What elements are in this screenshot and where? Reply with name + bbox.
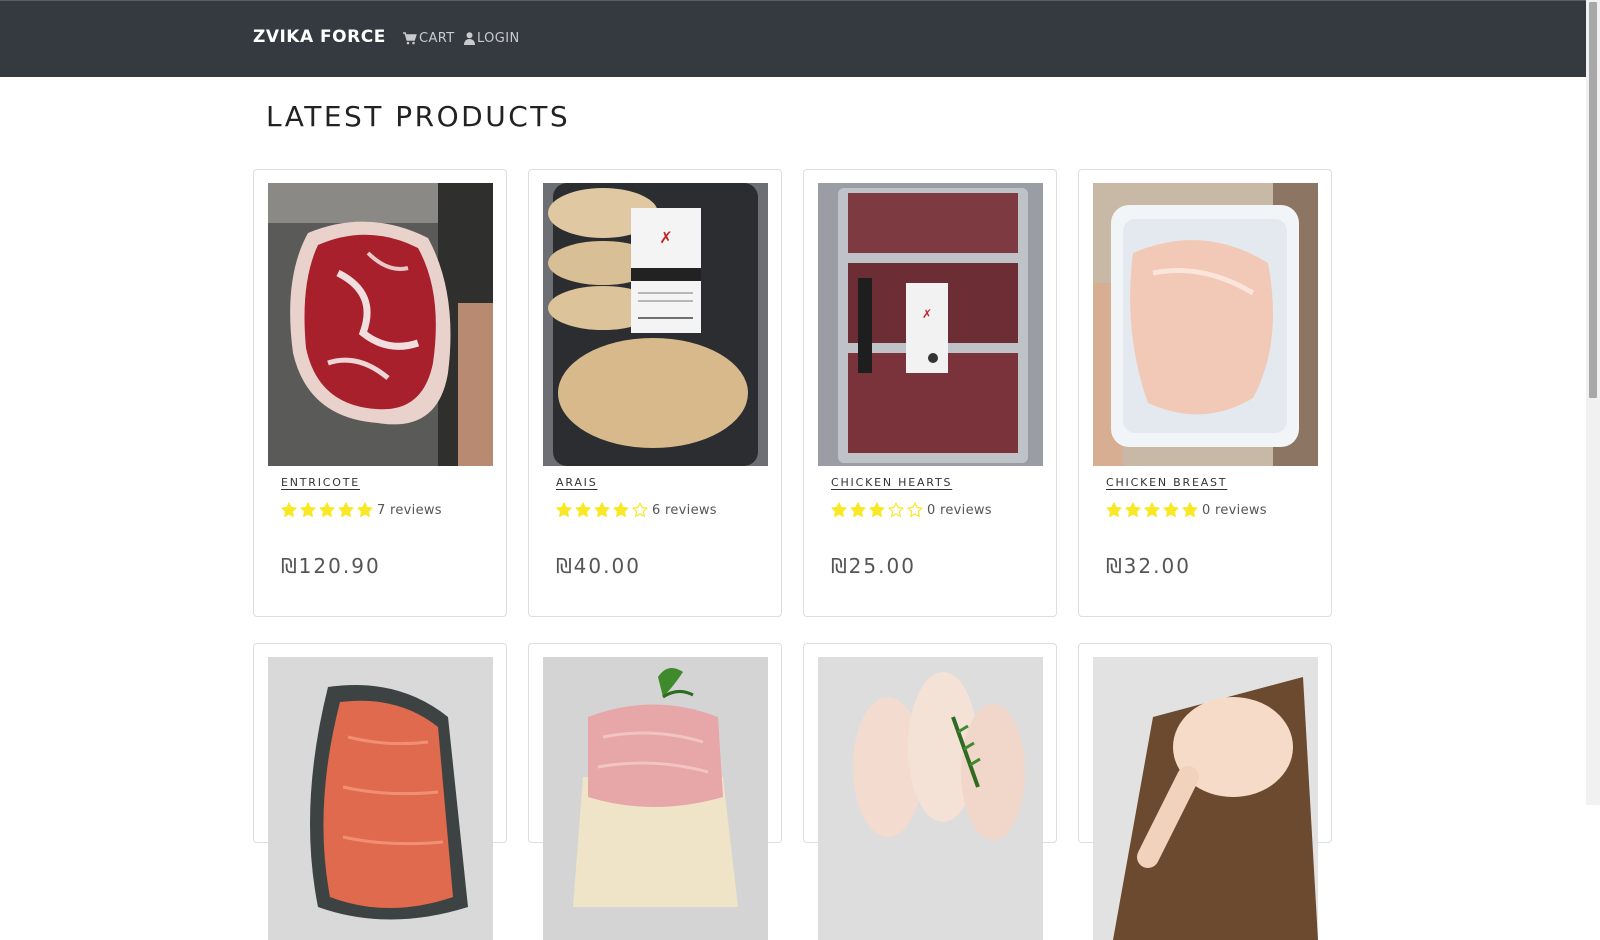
product-card <box>803 643 1057 940</box>
product-image-ground-beef[interactable] <box>268 657 493 940</box>
product-image-arais[interactable]: ✗ <box>543 183 768 466</box>
product-card <box>528 643 782 940</box>
product-image-chicken-hearts[interactable]: ✗ <box>818 183 1043 466</box>
login-link[interactable]: LOGIN <box>464 31 520 46</box>
star-empty-icon <box>888 502 904 518</box>
review-count: 0 reviews <box>927 502 992 518</box>
star-filled-icon <box>1106 502 1122 518</box>
product-price: ₪120.90 <box>281 554 381 578</box>
review-count: 0 reviews <box>1202 502 1267 518</box>
product-name-link[interactable]: ENTRICOTE <box>281 476 360 489</box>
login-label: LOGIN <box>477 31 520 46</box>
product-card: ✗ ARAIS 6 reviews ₪40.00 <box>528 169 782 617</box>
product-card <box>1078 643 1332 940</box>
product-name-link[interactable]: CHICKEN BREAST <box>1106 476 1227 489</box>
cart-icon <box>403 32 417 45</box>
star-filled-icon <box>338 502 354 518</box>
star-filled-icon <box>1182 502 1198 518</box>
review-count: 7 reviews <box>377 502 442 518</box>
product-price: ₪32.00 <box>1106 554 1191 578</box>
star-filled-icon <box>1125 502 1141 518</box>
star-empty-icon <box>907 502 923 518</box>
product-card: ✗ CHICKEN HEARTS 0 reviews ₪25.00 <box>803 169 1057 617</box>
star-filled-icon <box>831 502 847 518</box>
star-filled-icon <box>869 502 885 518</box>
star-filled-icon <box>613 502 629 518</box>
product-rating: 0 reviews <box>831 502 992 518</box>
star-filled-icon <box>575 502 591 518</box>
product-name-link[interactable]: ARAIS <box>556 476 597 489</box>
scrollbar-thumb[interactable] <box>1589 2 1597 398</box>
star-empty-icon <box>632 502 648 518</box>
product-image-ribeye[interactable] <box>268 183 493 466</box>
star-filled-icon <box>594 502 610 518</box>
cart-link[interactable]: CART <box>403 31 455 46</box>
star-rating <box>1106 502 1198 518</box>
product-name-link[interactable]: CHICKEN HEARTS <box>831 476 952 489</box>
star-filled-icon <box>319 502 335 518</box>
product-rating: 0 reviews <box>1106 502 1267 518</box>
product-image-chicken-leg[interactable] <box>1093 657 1318 940</box>
star-filled-icon <box>1144 502 1160 518</box>
product-image-drumsticks[interactable] <box>818 657 1043 940</box>
star-rating <box>556 502 648 518</box>
star-filled-icon <box>357 502 373 518</box>
star-filled-icon <box>281 502 297 518</box>
page-title: LATEST PRODUCTS <box>266 100 571 133</box>
product-card: ENTRICOTE 7 reviews ₪120.90 <box>253 169 507 617</box>
product-price: ₪40.00 <box>556 554 641 578</box>
star-filled-icon <box>850 502 866 518</box>
product-rating: 7 reviews <box>281 502 442 518</box>
svg-text:✗: ✗ <box>922 307 932 321</box>
product-image-chicken-breast[interactable] <box>1093 183 1318 466</box>
svg-text:✗: ✗ <box>659 228 672 247</box>
navbar: ZVIKA FORCE CART LOGIN <box>0 0 1586 77</box>
star-rating <box>831 502 923 518</box>
product-rating: 6 reviews <box>556 502 717 518</box>
product-card: CHICKEN BREAST 0 reviews ₪32.00 <box>1078 169 1332 617</box>
brand-logo[interactable]: ZVIKA FORCE <box>253 27 386 47</box>
review-count: 6 reviews <box>652 502 717 518</box>
star-filled-icon <box>1163 502 1179 518</box>
star-filled-icon <box>556 502 572 518</box>
star-rating <box>281 502 373 518</box>
vertical-scrollbar[interactable] <box>1586 0 1600 805</box>
product-image-ground-meat[interactable] <box>543 657 768 940</box>
product-price: ₪25.00 <box>831 554 916 578</box>
product-card <box>253 643 507 940</box>
cart-label: CART <box>419 31 455 46</box>
user-icon <box>464 32 475 45</box>
star-filled-icon <box>300 502 316 518</box>
